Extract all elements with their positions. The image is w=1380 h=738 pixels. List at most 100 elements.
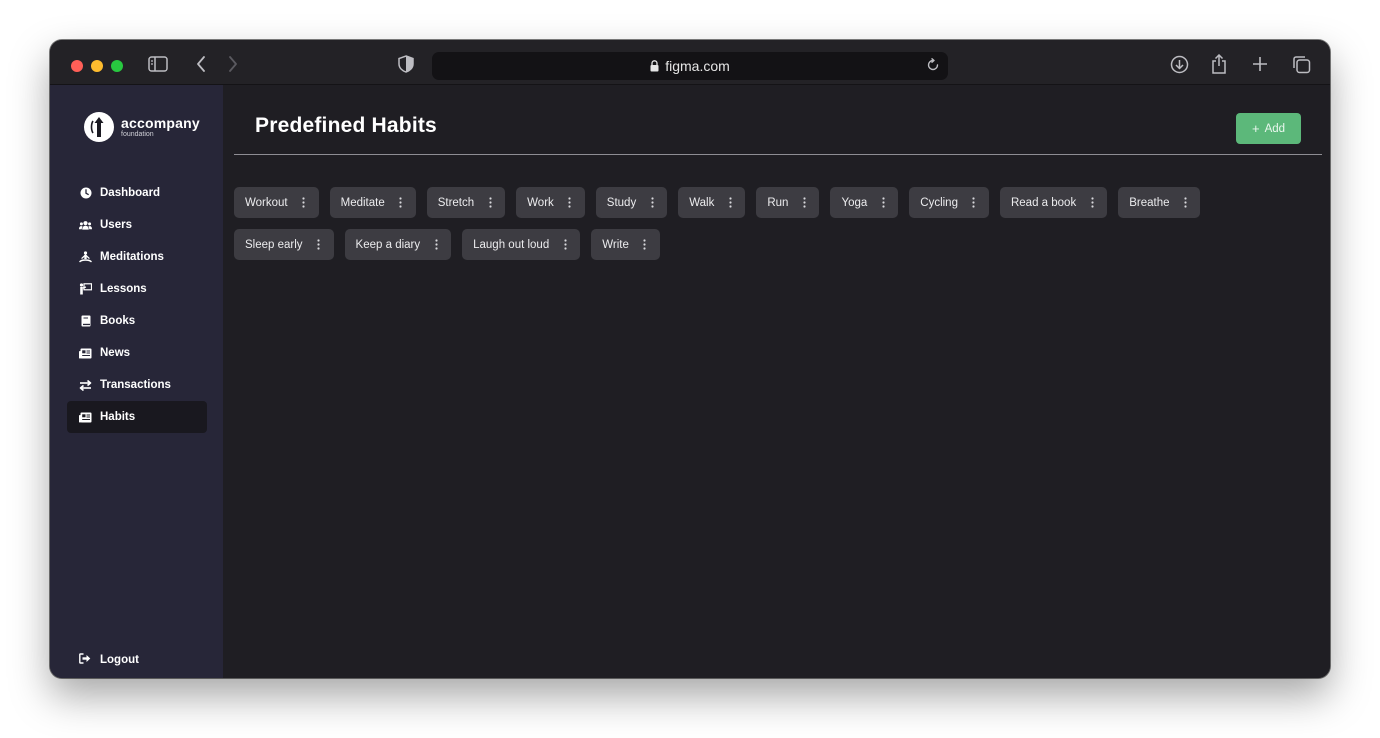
download-icon[interactable] — [1168, 53, 1190, 75]
close-window-button[interactable] — [71, 60, 83, 72]
sidebar-item-label: Users — [100, 219, 132, 231]
habit-label: Meditate — [340, 196, 385, 209]
shield-icon[interactable] — [395, 53, 417, 75]
new-tab-icon[interactable] — [1249, 53, 1271, 75]
add-habit-button[interactable]: + Add — [1236, 113, 1301, 144]
sidebar-item-meditations[interactable]: Meditations — [67, 241, 207, 273]
sidebar-toggle-icon[interactable] — [147, 53, 169, 75]
sidebar-item-label: Meditations — [100, 251, 164, 263]
more-options-icon[interactable] — [1087, 197, 1097, 208]
more-options-icon[interactable] — [1180, 197, 1190, 208]
habit-chip[interactable]: Yoga — [830, 187, 899, 218]
sidebar-item-label: News — [100, 347, 131, 359]
habit-label: Study — [606, 196, 637, 209]
sidebar-item-dashboard[interactable]: Dashboard — [67, 177, 207, 209]
habit-chip[interactable]: Cycling — [909, 187, 989, 218]
habit-label: Yoga — [841, 196, 868, 209]
more-options-icon[interactable] — [560, 239, 570, 250]
browser-window: figma.com accompany foundation Dashboard… — [50, 40, 1330, 678]
sidebar-item-label: Habits — [100, 411, 136, 423]
logo-mark-icon — [84, 112, 114, 142]
minimize-window-button[interactable] — [91, 60, 103, 72]
sidebar-item-label: Lessons — [100, 283, 147, 295]
habit-chip[interactable]: Sleep early — [234, 229, 334, 260]
sidebar-item-books[interactable]: Books — [67, 305, 207, 337]
lock-icon — [650, 60, 659, 72]
habit-label: Walk — [689, 196, 715, 209]
sidebar-item-transactions[interactable]: Transactions — [67, 369, 207, 401]
habit-chip[interactable]: Workout — [234, 187, 319, 218]
sidebar-item-lessons[interactable]: Lessons — [67, 273, 207, 305]
habit-label: Breathe — [1129, 196, 1170, 209]
reload-icon[interactable] — [926, 58, 940, 75]
habit-chip[interactable]: Study — [595, 187, 668, 218]
add-button-label: Add — [1264, 122, 1286, 135]
habit-label: Read a book — [1010, 196, 1077, 209]
main-content: Predefined Habits + Add Workout Meditate S… — [223, 85, 1330, 678]
more-options-icon[interactable] — [799, 197, 809, 208]
habit-label: Keep a diary — [355, 238, 421, 251]
sidebar-item-label: Transactions — [100, 379, 171, 391]
sidebar-item-label: Dashboard — [100, 187, 161, 199]
back-icon[interactable] — [190, 53, 212, 75]
more-options-icon[interactable] — [314, 239, 324, 250]
habit-list: Workout Meditate Stretch Work Study Walk Run Yo… — [234, 187, 1314, 271]
habit-row: Workout Meditate Stretch Work Study Walk Run Yo… — [234, 187, 1314, 218]
habit-chip[interactable]: Stretch — [426, 187, 506, 218]
exchange-icon — [79, 379, 92, 392]
sidebar-item-news[interactable]: News — [67, 337, 207, 369]
sidebar-item-users[interactable]: Users — [67, 209, 207, 241]
url-text: figma.com — [665, 58, 730, 74]
logout-label: Logout — [100, 653, 139, 666]
habit-row: Sleep early Keep a diary Laugh out loud Wri… — [234, 229, 1314, 260]
habit-label: Cycling — [920, 196, 958, 209]
habit-label: Sleep early — [245, 238, 303, 251]
page-title: Predefined Habits — [255, 114, 437, 137]
users-icon — [79, 219, 92, 232]
maximize-window-button[interactable] — [111, 60, 123, 72]
share-icon[interactable] — [1208, 53, 1230, 75]
habit-chip[interactable]: Laugh out loud — [462, 229, 581, 260]
habit-chip[interactable]: Walk — [678, 187, 746, 218]
more-options-icon[interactable] — [640, 239, 650, 250]
brand-logo[interactable]: accompany foundation — [84, 112, 200, 142]
sidebar-nav: Dashboard Users Meditations Lessons Book… — [67, 177, 207, 433]
habit-label: Laugh out loud — [473, 238, 550, 251]
more-options-icon[interactable] — [299, 197, 309, 208]
sidebar: accompany foundation Dashboard Users Med… — [50, 85, 223, 678]
tabs-overview-icon[interactable] — [1290, 53, 1312, 75]
habit-label: Run — [767, 196, 789, 209]
more-options-icon[interactable] — [725, 197, 735, 208]
more-options-icon[interactable] — [565, 197, 575, 208]
habit-label: Stretch — [437, 196, 475, 209]
newspaper-icon — [79, 347, 92, 360]
habit-label: Workout — [245, 196, 288, 209]
more-options-icon[interactable] — [485, 197, 495, 208]
habit-chip[interactable]: Meditate — [329, 187, 416, 218]
address-bar[interactable]: figma.com — [432, 52, 948, 80]
more-options-icon[interactable] — [647, 197, 657, 208]
header-divider — [234, 154, 1322, 155]
more-options-icon[interactable] — [431, 239, 441, 250]
more-options-icon[interactable] — [878, 197, 888, 208]
habit-chip[interactable]: Breathe — [1118, 187, 1201, 218]
lesson-icon — [79, 283, 92, 296]
habit-chip[interactable]: Keep a diary — [344, 229, 452, 260]
meditation-icon — [79, 251, 92, 264]
more-options-icon[interactable] — [396, 197, 406, 208]
sidebar-item-habits[interactable]: Habits — [67, 401, 207, 433]
habit-chip[interactable]: Work — [516, 187, 585, 218]
book-icon — [79, 315, 92, 328]
habit-chip[interactable]: Read a book — [999, 187, 1108, 218]
habit-chip[interactable]: Run — [756, 187, 820, 218]
newspaper-icon — [79, 411, 92, 424]
logout-button[interactable]: Logout — [79, 653, 139, 666]
forward-icon[interactable] — [222, 53, 244, 75]
clock-icon — [79, 187, 92, 200]
browser-toolbar: figma.com — [50, 40, 1330, 85]
more-options-icon[interactable] — [969, 197, 979, 208]
habit-chip[interactable]: Write — [591, 229, 660, 260]
plus-icon: + — [1251, 121, 1260, 136]
habit-label: Write — [602, 238, 629, 251]
sidebar-item-label: Books — [100, 315, 136, 327]
